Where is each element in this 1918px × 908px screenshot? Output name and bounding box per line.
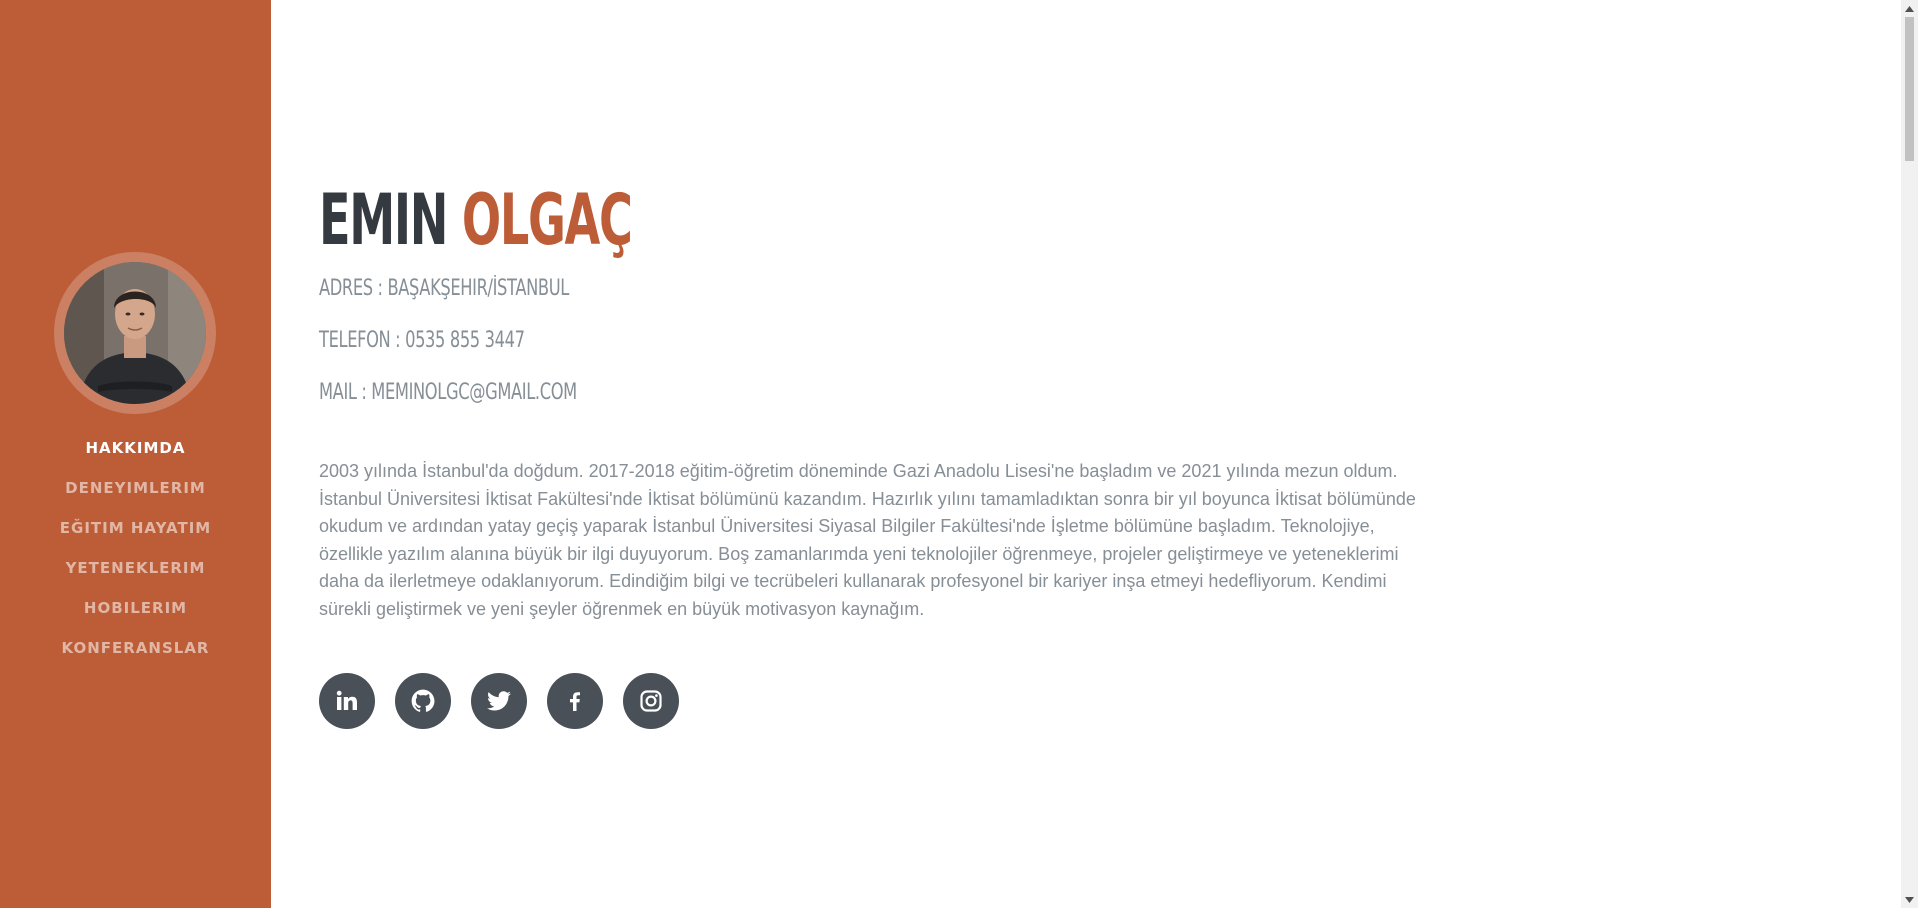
scrollbar-thumb[interactable] bbox=[1905, 17, 1914, 161]
sidebar-nav: HAKKIMDA DENEYIMLERIM EĞITIM HAYATIM YET… bbox=[0, 436, 271, 676]
first-name: EMIN bbox=[319, 179, 448, 261]
facebook-icon bbox=[570, 692, 580, 711]
nav-item-yeteneklerim: YETENEKLERIM bbox=[0, 556, 271, 596]
nav-item-deneyimlerim: DENEYIMLERIM bbox=[0, 476, 271, 516]
sidebar: HAKKIMDA DENEYIMLERIM EĞITIM HAYATIM YET… bbox=[0, 0, 271, 908]
linkedin-icon bbox=[336, 690, 357, 710]
instagram-button[interactable] bbox=[623, 673, 679, 729]
vertical-scrollbar[interactable] bbox=[1901, 0, 1918, 908]
facebook-button[interactable] bbox=[547, 673, 603, 729]
nav-link-deneyimlerim[interactable]: DENEYIMLERIM bbox=[65, 479, 206, 497]
social-icons bbox=[319, 673, 699, 729]
nav-item-egitim-hayatim: EĞITIM HAYATIM bbox=[0, 516, 271, 556]
nav-item-konferanslar: KONFERANSLAR bbox=[0, 636, 271, 676]
linkedin-button[interactable] bbox=[319, 673, 375, 729]
phone-text: TELEFON : 0535 855 3447 bbox=[319, 328, 525, 353]
address-text: ADRES : BAŞAKŞEHIR/İSTANBUL bbox=[319, 276, 569, 301]
nav-link-hobilerim[interactable]: HOBILERIM bbox=[84, 599, 187, 617]
nav-link-hakkimda[interactable]: HAKKIMDA bbox=[86, 439, 186, 457]
twitter-icon bbox=[487, 691, 511, 711]
last-name: OLGAÇ bbox=[461, 179, 633, 261]
nav-item-hakkimda: HAKKIMDA bbox=[0, 436, 271, 476]
instagram-icon bbox=[640, 690, 662, 712]
avatar-ring bbox=[54, 252, 216, 414]
nav-item-hobilerim: HOBILERIM bbox=[0, 596, 271, 636]
avatar-photo bbox=[64, 262, 206, 404]
nav-link-egitim-hayatim[interactable]: EĞITIM HAYATIM bbox=[60, 519, 211, 537]
nav-link-konferanslar[interactable]: KONFERANSLAR bbox=[62, 639, 210, 657]
github-icon bbox=[411, 689, 435, 712]
avatar bbox=[64, 262, 206, 404]
nav-link-yeteneklerim[interactable]: YETENEKLERIM bbox=[66, 559, 206, 577]
page-title: EMIN OLGAÇ bbox=[319, 170, 633, 270]
twitter-button[interactable] bbox=[471, 673, 527, 729]
scroll-down-icon[interactable] bbox=[1901, 891, 1918, 908]
mail-text: MAIL : MEMINOLGC@GMAIL.COM bbox=[319, 380, 577, 405]
scroll-up-icon[interactable] bbox=[1901, 0, 1918, 17]
github-button[interactable] bbox=[395, 673, 451, 729]
bio-paragraph: 2003 yılında İstanbul'da doğdum. 2017-20… bbox=[319, 461, 1416, 619]
